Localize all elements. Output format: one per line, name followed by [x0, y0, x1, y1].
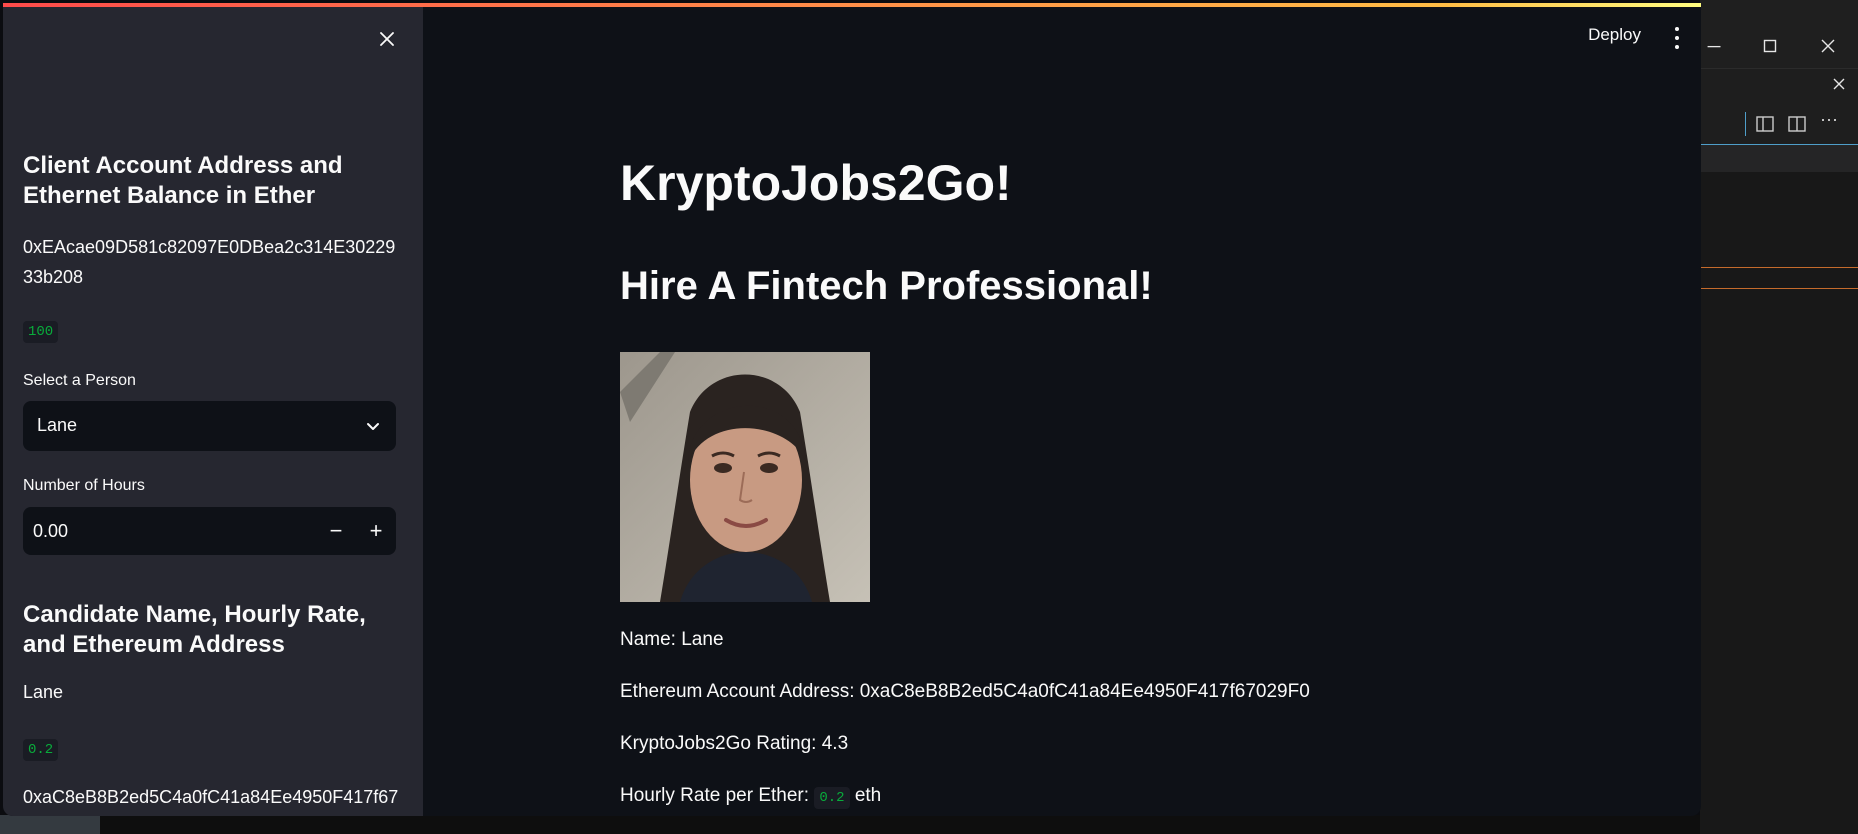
background-orange-line: [1700, 288, 1858, 289]
layout-icon[interactable]: [1756, 116, 1774, 137]
background-taskbar: [100, 815, 1700, 834]
candidate-photo: [620, 352, 870, 602]
hourly-rate-prefix: Hourly Rate per Ether:: [620, 785, 810, 806]
main-content: Deploy KryptoJobs2Go! Hire A Fintech Pro…: [423, 7, 1701, 816]
split-editor-icon[interactable]: [1788, 116, 1806, 137]
close-icon: [380, 32, 394, 46]
client-balance: 100: [23, 321, 59, 343]
candidate-rate: 0.2: [23, 739, 59, 761]
tab-close-icon[interactable]: [1832, 77, 1846, 96]
person-select[interactable]: Lane: [23, 401, 396, 451]
background-editor-area: [1700, 172, 1858, 834]
background-toolbar: ⋯: [1700, 104, 1858, 144]
kebab-menu-icon[interactable]: [1667, 25, 1687, 51]
selected-person: Lane: [37, 415, 78, 435]
more-actions-icon[interactable]: ⋯: [1820, 110, 1838, 131]
chevron-down-icon: [367, 423, 379, 430]
streamlit-window: Client Account Address and Ethernet Bala…: [3, 3, 1701, 816]
minimize-icon[interactable]: ─: [1696, 30, 1732, 62]
candidate-address: 0xaC8eB8B2ed5C4a0fC41a84Ee4950F417f67: [23, 787, 398, 807]
toolbar-divider: [1745, 112, 1746, 136]
background-orange-line: [1700, 267, 1858, 268]
page-subtitle: Hire A Fintech Professional!: [620, 264, 1153, 308]
candidate-heading: Candidate Name, Hourly Rate, and Ethereu…: [23, 601, 366, 658]
close-sidebar-button[interactable]: [373, 25, 401, 53]
hours-label: Number of Hours: [23, 477, 145, 494]
deploy-button[interactable]: Deploy: [1588, 25, 1641, 45]
background-tabbar: [1700, 68, 1858, 105]
sidebar: Client Account Address and Ethernet Bala…: [3, 7, 423, 816]
candidate-name: Lane: [23, 682, 64, 702]
hours-input[interactable]: 0.00 − +: [23, 507, 396, 555]
select-person-label: Select a Person: [23, 372, 136, 389]
candidate-rating-line: KryptoJobs2Go Rating: 4.3: [620, 733, 849, 754]
candidate-name-line: Name: Lane: [620, 629, 724, 650]
hourly-rate-suffix: eth: [854, 785, 882, 806]
background-panel-strip: [1700, 144, 1858, 174]
client-address: 0xEAcae09D581c82097E0DBea2c314E3022933b2…: [23, 237, 396, 287]
increment-button[interactable]: +: [356, 507, 396, 555]
window-close-icon[interactable]: [1810, 30, 1846, 62]
decrement-button[interactable]: −: [316, 507, 356, 555]
candidate-address-line: Ethereum Account Address: 0xaC8eB8B2ed5C…: [620, 681, 1310, 702]
hourly-rate-line: Hourly Rate per Ether: 0.2 eth: [620, 783, 881, 811]
background-taskbar-left: [0, 815, 100, 834]
maximize-icon[interactable]: [1752, 30, 1788, 62]
hours-value: 0.00: [33, 521, 69, 541]
page-title: KryptoJobs2Go!: [620, 155, 1012, 211]
hourly-rate-value: 0.2: [814, 787, 850, 809]
client-heading: Client Account Address and Ethernet Bala…: [23, 152, 343, 209]
